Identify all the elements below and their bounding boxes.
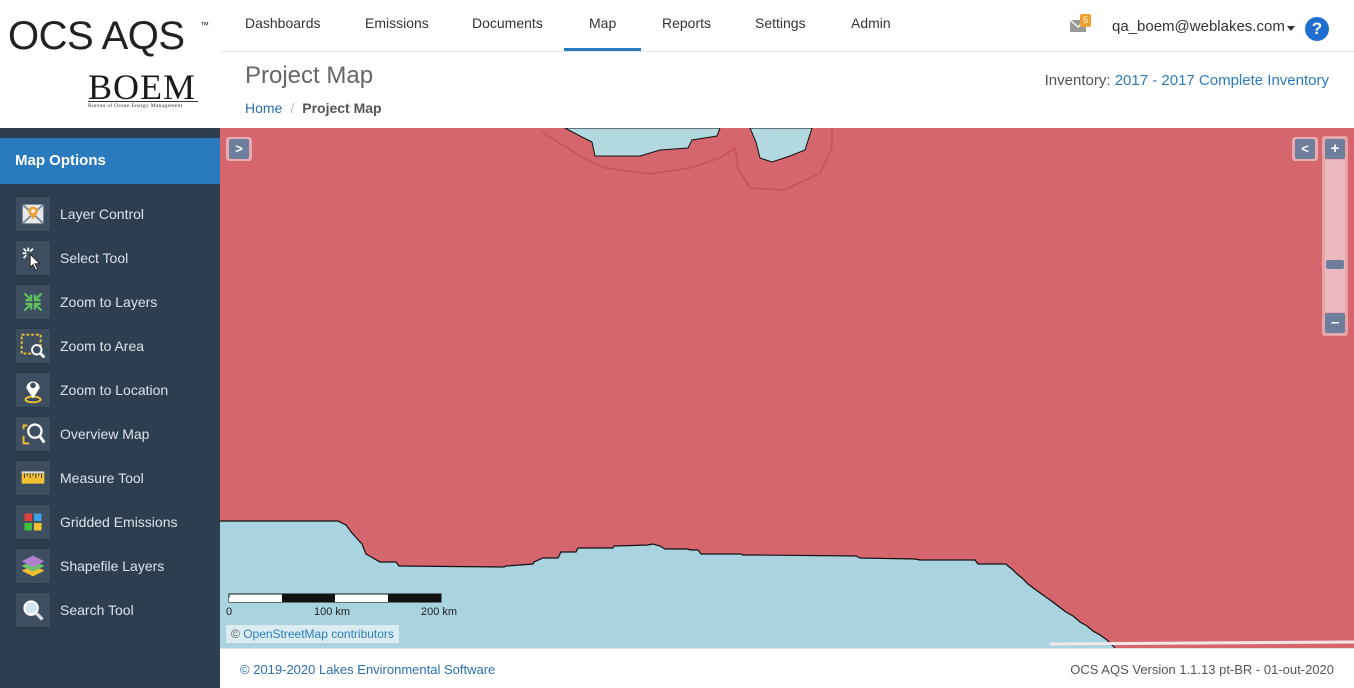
inventory-label: Inventory: (1044, 72, 1111, 89)
nav-admin[interactable]: Admin (826, 0, 916, 51)
nav-map[interactable]: Map (564, 0, 642, 51)
zoom-control: + – (1322, 136, 1348, 336)
logo: OCS AQS ™ BOEM Bureau of Ocean Energy Ma… (0, 0, 220, 128)
tool-label: Measure Tool (60, 470, 144, 486)
map-canvas[interactable]: > < + – 0 100 km 200 km © OpenStreetMap … (220, 128, 1354, 648)
emission-area-polygon (220, 128, 1354, 648)
zoom-slider-track[interactable] (1325, 160, 1345, 312)
tool-zoom-to-location[interactable]: Zoom to Location (15, 372, 215, 408)
trademark: ™ (200, 20, 209, 30)
osm-link[interactable]: OpenStreetMap contributors (243, 627, 394, 641)
search-tool-icon (15, 592, 51, 628)
nav-emissions[interactable]: Emissions (340, 0, 454, 51)
tool-measure[interactable]: Measure Tool (15, 460, 215, 496)
nav-dashboards[interactable]: Dashboards (220, 0, 346, 51)
zoom-slider-thumb[interactable] (1326, 260, 1344, 269)
zoom-in-button[interactable]: + (1325, 139, 1345, 159)
map-layer (220, 128, 1354, 648)
zoom-to-area-icon (15, 328, 51, 364)
notification-badge: 5 (1080, 14, 1092, 27)
overview-map-icon (15, 416, 51, 452)
tool-overview-map[interactable]: Overview Map (15, 416, 215, 452)
select-tool-icon (15, 240, 51, 276)
tool-label: Search Tool (60, 602, 134, 618)
tool-select[interactable]: Select Tool (15, 240, 215, 276)
copyright-symbol: © (231, 627, 240, 641)
shapefile-layers-icon (15, 548, 51, 584)
nav-documents[interactable]: Documents (447, 0, 568, 51)
logo-divider (88, 101, 198, 102)
app-name: OCS AQS (8, 14, 185, 58)
tool-label: Select Tool (60, 250, 129, 266)
footer-version: OCS AQS Version 1.1.13 pt-BR - 01-out-20… (1070, 662, 1334, 677)
top-nav: Dashboards Emissions Documents Map Repor… (220, 0, 1354, 52)
boem-full-name: Bureau of Ocean Energy Management (88, 103, 183, 109)
tool-label: Overview Map (60, 426, 150, 442)
close-panel-button[interactable]: < (1292, 137, 1318, 161)
footer-copyright-link[interactable]: © 2019-2020 Lakes Environmental Software (240, 662, 495, 677)
layer-control-icon (15, 196, 51, 232)
nav-reports[interactable]: Reports (637, 0, 736, 51)
page-title: Project Map (245, 62, 374, 89)
tool-search[interactable]: Search Tool (15, 592, 215, 628)
scale-label-0: 0 (226, 606, 233, 618)
nav-settings[interactable]: Settings (730, 0, 831, 51)
tool-label: Zoom to Layers (60, 294, 158, 310)
tool-layer-control[interactable]: Layer Control (15, 196, 215, 232)
tool-label: Layer Control (60, 206, 145, 222)
scale-bar-graphic (228, 593, 442, 603)
zoom-to-layers-icon (15, 284, 51, 320)
sidebar: Map Options Layer Control Select Tool Zo… (0, 128, 220, 688)
tool-label: Gridded Emissions (60, 514, 178, 530)
scale-label-200: 200 km (421, 606, 458, 618)
inventory-info: Inventory: 2017 - 2017 Complete Inventor… (1045, 72, 1329, 89)
inventory-link[interactable]: 2017 - 2017 Complete Inventory (1115, 72, 1329, 89)
footer: © 2019-2020 Lakes Environmental Software… (220, 648, 1354, 688)
tool-zoom-to-layers[interactable]: Zoom to Layers (15, 284, 215, 320)
measure-tool-icon (15, 460, 51, 496)
map-options-header: Map Options (0, 138, 220, 184)
breadcrumb: Home / Project Map (245, 100, 382, 116)
map-attribution: © OpenStreetMap contributors (226, 625, 399, 643)
user-menu[interactable]: qa_boem@weblakes.com (1112, 18, 1285, 35)
breadcrumb-current: Project Map (302, 100, 382, 116)
tool-label: Zoom to Location (60, 382, 169, 398)
tool-gridded-emissions[interactable]: Gridded Emissions (15, 504, 215, 540)
gridded-emissions-icon (15, 504, 51, 540)
breadcrumb-separator: / (290, 100, 295, 116)
chevron-down-icon[interactable] (1287, 26, 1295, 31)
tool-shapefile-layers[interactable]: Shapefile Layers (15, 548, 215, 584)
zoom-out-button[interactable]: – (1325, 313, 1345, 333)
tool-zoom-to-area[interactable]: Zoom to Area (15, 328, 215, 364)
open-panel-button[interactable]: > (226, 137, 252, 161)
scale-label-100: 100 km (314, 606, 351, 618)
tool-label: Shapefile Layers (60, 558, 165, 574)
tool-label: Zoom to Area (60, 338, 145, 354)
help-icon[interactable]: ? (1305, 17, 1329, 41)
zoom-to-location-icon (15, 372, 51, 408)
breadcrumb-home[interactable]: Home (245, 100, 282, 116)
scale-bar: 0 100 km 200 km (226, 593, 478, 623)
page-header: Project Map Home / Project Map Inventory: … (220, 52, 1354, 129)
